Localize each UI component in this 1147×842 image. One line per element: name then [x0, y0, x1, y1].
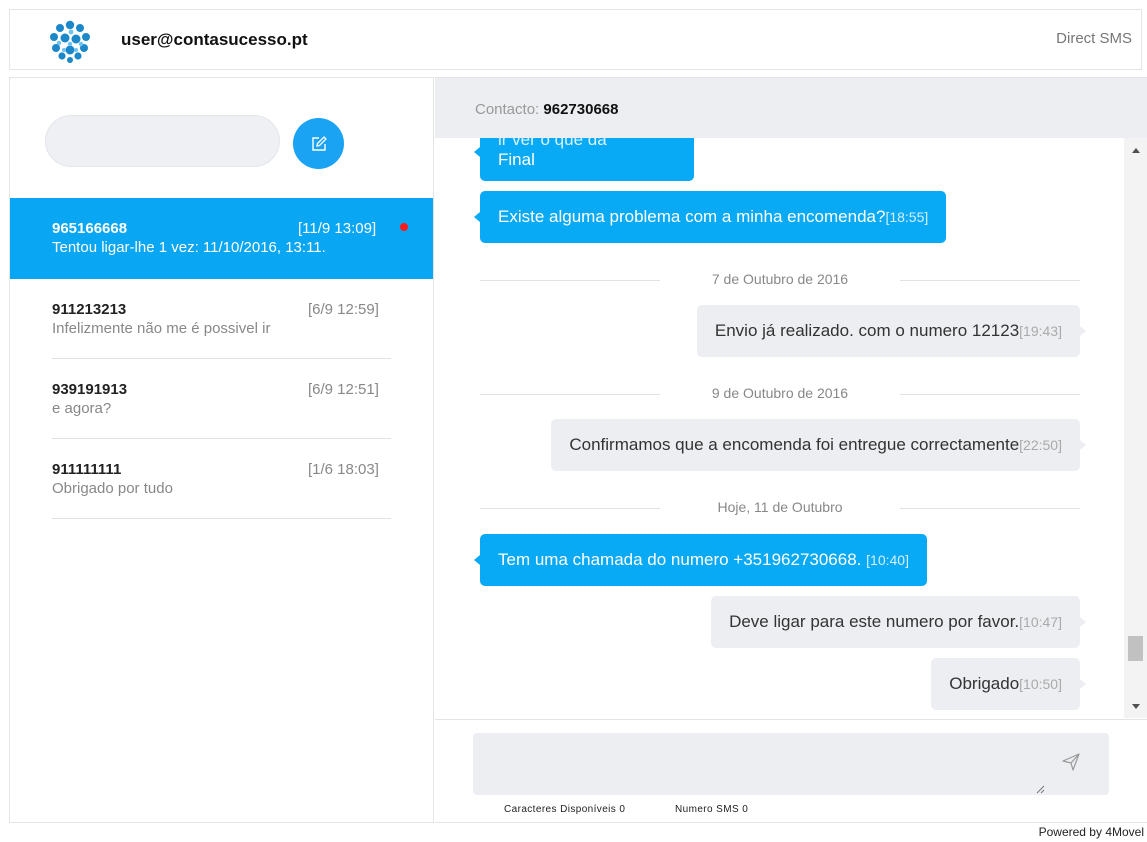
footer-powered-by: Powered by 4Movel	[1038, 825, 1144, 839]
message-text: Tem uma chamada do numero +351962730668.	[498, 550, 862, 569]
contact-number: 939191913	[52, 381, 128, 398]
contact-preview: Obrigado por tudo	[52, 480, 173, 497]
contact-item[interactable]: 965166668 [11/9 13:09] Tentou ligar-lhe …	[10, 198, 433, 279]
user-email: user@contasucesso.pt	[121, 30, 308, 49]
contact-preview: Tentou ligar-lhe 1 vez: 11/10/2016, 13:1…	[52, 239, 326, 256]
message-time: [10:47]	[1019, 614, 1062, 630]
message-text: Envio já realizado. com o numero 12123	[714, 321, 1020, 340]
outgoing-message: Envio já realizado. com o numero 12123[1…	[696, 305, 1087, 357]
unread-dot-icon	[400, 223, 408, 231]
message-scrollbar[interactable]	[1124, 138, 1147, 718]
incoming-message: ir ver o que da Final	[474, 138, 694, 181]
message-time: [10:50]	[1019, 676, 1062, 692]
new-message-button[interactable]	[293, 118, 344, 169]
message-text: Existe alguma problema com a minha encom…	[498, 207, 886, 226]
contact-item[interactable]: 911111111 [1/6 18:03] Obrigado por tudo	[10, 439, 433, 519]
outgoing-message: Deve ligar para este numero por favor.[1…	[711, 596, 1086, 648]
contact-number: 911111111	[52, 461, 122, 478]
message-thread: ir ver o que da Final Existe alguma prob…	[435, 138, 1123, 718]
message-time: [19:43]	[1019, 323, 1062, 339]
characters-available: Caracteres Disponíveis 0	[504, 804, 626, 815]
date-separator: Hoje, 11 de Outubro	[480, 499, 1080, 519]
message-time: [18:55]	[885, 209, 929, 225]
date-label: Hoje, 11 de Outubro	[717, 499, 843, 515]
message-time: [10:40]	[866, 552, 909, 568]
date-label: 7 de Outubro de 2016	[711, 271, 849, 287]
divider	[52, 518, 391, 519]
contact-preview: Infelizmente não me é possivel ir	[52, 320, 271, 337]
composer: Caracteres Disponíveis 0 Numero SMS 0	[435, 719, 1147, 823]
app-name: Direct SMS	[1056, 30, 1132, 47]
message-text: Confirmamos que a encomenda foi entregue…	[569, 435, 1020, 454]
logo-icon	[48, 19, 92, 63]
contact-label: Contacto: 962730668	[475, 101, 619, 118]
message-text: Obrigado	[949, 674, 1020, 693]
message-text-partial: ir ver o que da	[498, 138, 607, 149]
sms-count: Numero SMS 0	[675, 804, 749, 815]
chat-panel: Contacto: 962730668 ir ver o que da Fina…	[435, 77, 1147, 823]
date-separator: 9 de Outubro de 2016	[480, 385, 1080, 405]
message-text: Deve ligar para este numero por favor.	[729, 612, 1020, 631]
top-header: user@contasucesso.pt Direct SMS	[9, 9, 1142, 70]
search-input[interactable]	[45, 115, 280, 167]
contact-number: 911213213	[52, 301, 127, 318]
scrollbar-thumb[interactable]	[1128, 636, 1143, 661]
message-text: Final	[498, 150, 535, 169]
resize-grip-icon[interactable]	[1035, 784, 1045, 794]
contact-item[interactable]: 911213213 [6/9 12:59] Infelizmente não m…	[10, 279, 433, 359]
message-time: [22:50]	[1019, 437, 1062, 453]
contact-number-title: 962730668	[543, 101, 619, 118]
outgoing-message: Confirmamos que a encomenda foi entregue…	[551, 419, 1086, 471]
edit-icon	[311, 135, 327, 151]
contact-time: [6/9 12:51]	[308, 381, 379, 398]
date-separator: 7 de Outubro de 2016	[480, 271, 1080, 291]
incoming-message: Existe alguma problema com a minha encom…	[473, 191, 947, 243]
contact-item[interactable]: 939191913 [6/9 12:51] e agora?	[10, 359, 433, 439]
outgoing-message: Obrigado[10:50]	[931, 658, 1086, 710]
contact-time: [6/9 12:59]	[308, 301, 379, 318]
contact-time: [11/9 13:09]	[298, 220, 377, 237]
conversation-sidebar: 965166668 [11/9 13:09] Tentou ligar-lhe …	[9, 77, 434, 823]
chat-header: Contacto: 962730668	[435, 78, 1147, 138]
send-button[interactable]	[1057, 748, 1085, 776]
contact-time: [1/6 18:03]	[308, 461, 379, 478]
scroll-up-arrow-icon[interactable]	[1124, 143, 1147, 157]
scroll-down-arrow-icon[interactable]	[1124, 699, 1147, 713]
incoming-message: Tem uma chamada do numero +351962730668.…	[474, 534, 927, 586]
date-label: 9 de Outubro de 2016	[711, 385, 849, 401]
send-icon	[1062, 753, 1080, 771]
contact-list: 965166668 [11/9 13:09] Tentou ligar-lhe …	[10, 198, 433, 519]
contact-number: 965166668	[52, 220, 128, 237]
contact-preview: e agora?	[52, 400, 112, 417]
message-input[interactable]	[473, 733, 1109, 795]
